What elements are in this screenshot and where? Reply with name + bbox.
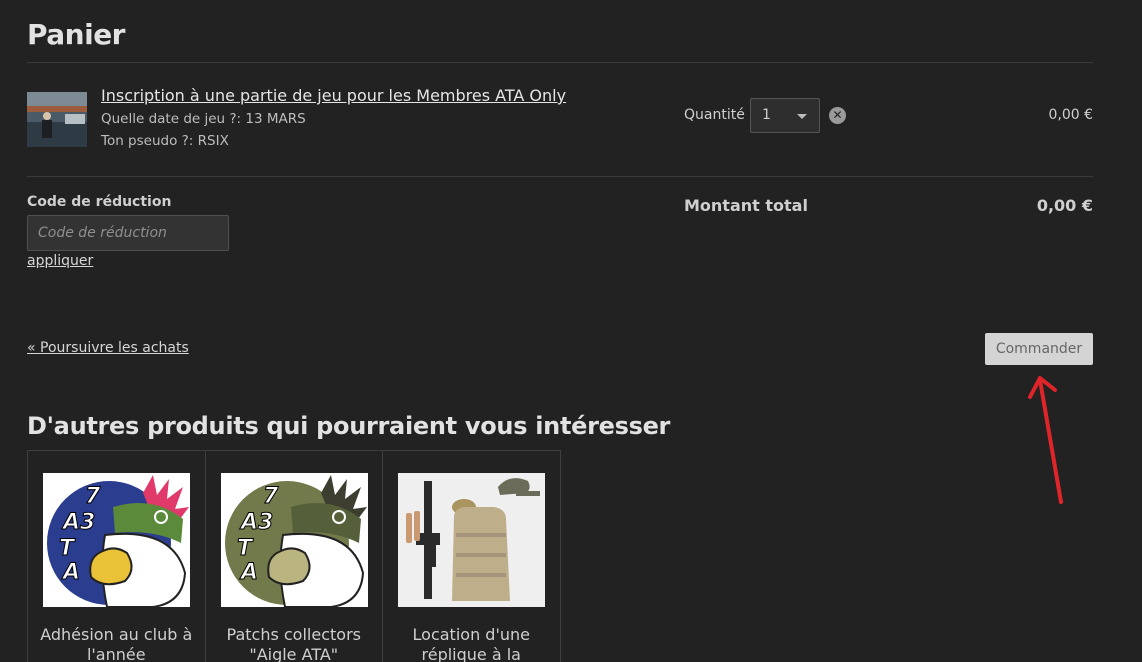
quantity-value: 1	[762, 107, 771, 123]
svg-text:T: T	[59, 536, 76, 561]
page-title: Panier	[27, 18, 126, 51]
divider	[27, 176, 1093, 177]
product-name: Patchs collectors "Aigle ATA"	[226, 625, 361, 662]
product-card[interactable]: Location d'une réplique à la	[383, 450, 561, 662]
item-thumbnail[interactable]	[27, 92, 87, 147]
item-name-link[interactable]: Inscription à une partie de jeu pour les…	[101, 86, 566, 105]
product-image	[398, 473, 545, 607]
product-card[interactable]: 7 A3 T A Patchs collectors "Aigle ATA"	[205, 450, 383, 662]
product-card[interactable]: 7 A3 T A Adhésion au club à l'année	[28, 450, 206, 662]
svg-text:A: A	[61, 560, 80, 585]
coupon-label: Code de réduction	[27, 194, 172, 210]
continue-shopping-link[interactable]: « Poursuivre les achats	[27, 340, 189, 356]
ata-eagle-logo-blue-icon: 7 A3 T A	[43, 473, 190, 607]
product-name: Adhésion au club à l'année	[40, 625, 193, 662]
svg-text:T: T	[237, 536, 254, 561]
quantity-label: Quantité	[684, 107, 745, 123]
item-option-date: Quelle date de jeu ?: 13 MARS	[101, 111, 306, 127]
apply-coupon-link[interactable]: appliquer	[27, 253, 93, 269]
item-option-pseudo: Ton pseudo ?: RSIX	[101, 133, 229, 149]
order-button[interactable]: Commander	[985, 333, 1093, 365]
total-label: Montant total	[684, 196, 808, 215]
related-products-grid: 7 A3 T A Adhésion au club à l'année 7 A3…	[27, 450, 561, 662]
item-price: 0,00 €	[1048, 107, 1093, 123]
event-photo-icon	[27, 92, 87, 147]
product-image: 7 A3 T A	[43, 473, 190, 607]
ata-eagle-logo-olive-icon: 7 A3 T A	[220, 473, 368, 607]
svg-text:A3: A3	[239, 510, 273, 535]
product-name: Location d'une réplique à la	[412, 625, 530, 662]
total-value: 0,00 €	[1036, 196, 1093, 215]
remove-item-icon[interactable]: ✕	[829, 107, 846, 124]
svg-text:A: A	[239, 560, 258, 585]
quantity-select[interactable]: 1	[750, 98, 820, 133]
coupon-input[interactable]	[27, 215, 229, 251]
svg-text:7: 7	[263, 484, 279, 509]
svg-text:A3: A3	[61, 510, 95, 535]
product-image: 7 A3 T A	[220, 473, 368, 607]
chevron-down-icon	[797, 114, 807, 119]
cart-page: Panier Inscription à une partie de jeu p…	[0, 0, 1142, 662]
divider	[27, 62, 1093, 63]
red-arrow-annotation	[1028, 376, 1063, 504]
related-products-title: D'autres produits qui pourraient vous in…	[27, 412, 671, 440]
svg-text:7: 7	[85, 484, 101, 509]
rental-gear-icon	[398, 473, 545, 607]
